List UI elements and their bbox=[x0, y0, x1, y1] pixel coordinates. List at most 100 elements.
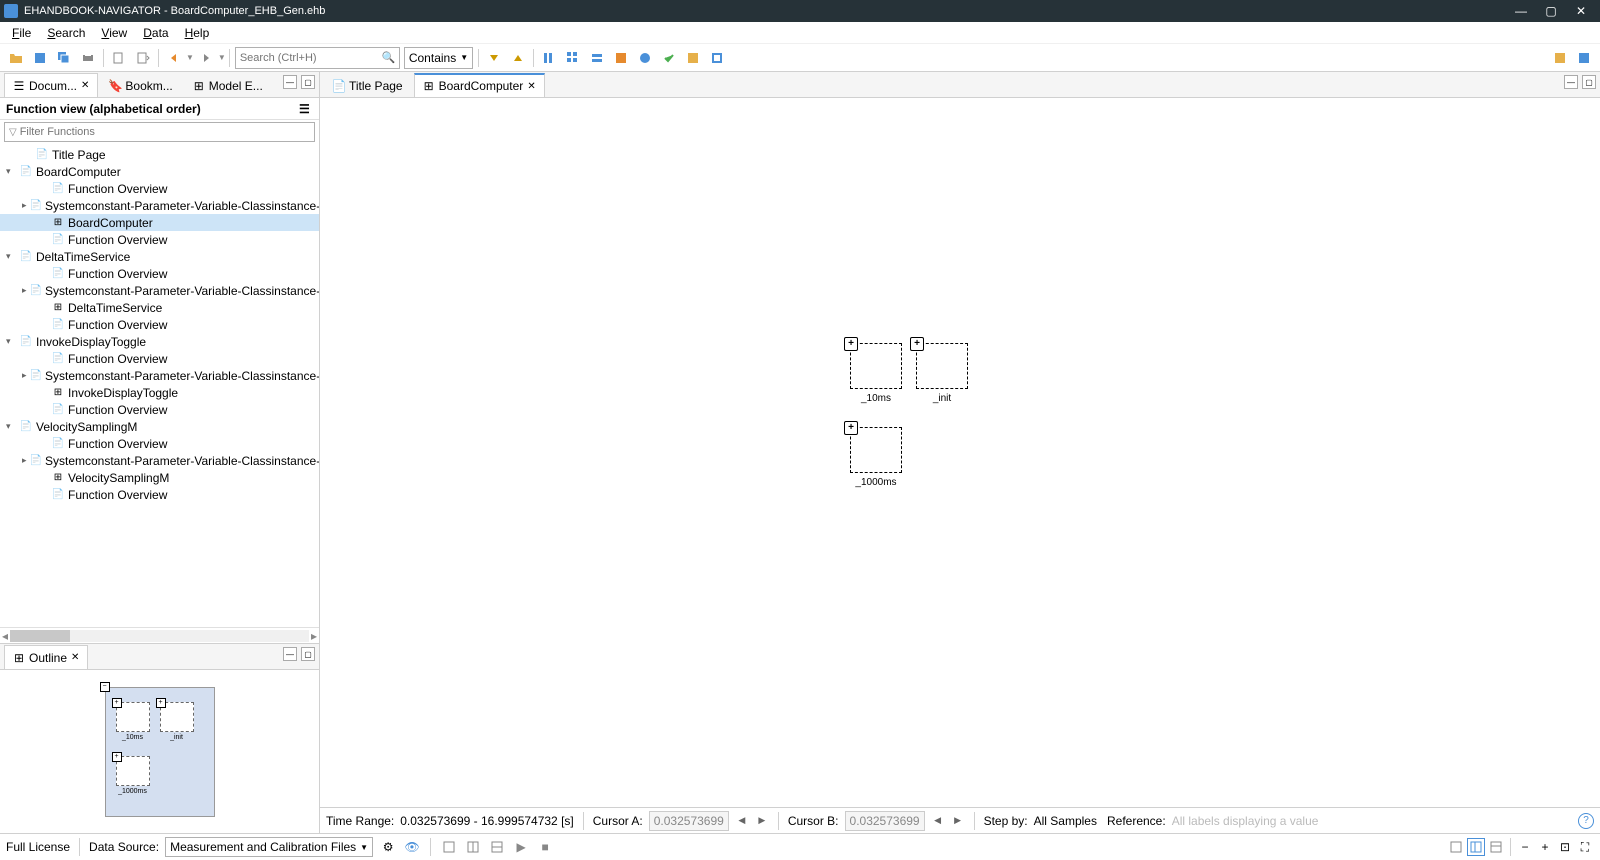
stop-icon[interactable]: ■ bbox=[536, 838, 554, 856]
tree-row[interactable]: ▸📄Systemconstant-Parameter-Variable-Clas… bbox=[0, 282, 319, 299]
expand-icon[interactable]: + bbox=[910, 337, 924, 351]
tree-row[interactable]: 📄Function Overview bbox=[0, 350, 319, 367]
maximize-button[interactable]: ▢ bbox=[1536, 0, 1566, 22]
layout-2-icon[interactable] bbox=[464, 838, 482, 856]
menu-file[interactable]: File bbox=[4, 24, 39, 42]
save-icon[interactable] bbox=[30, 48, 50, 68]
close-icon[interactable]: ✕ bbox=[71, 652, 79, 663]
tree-row[interactable]: ▸📄Systemconstant-Parameter-Variable-Clas… bbox=[0, 367, 319, 384]
menu-search[interactable]: Search bbox=[39, 24, 93, 42]
close-icon[interactable]: ✕ bbox=[81, 80, 89, 91]
tree-row[interactable]: ⊞InvokeDisplayToggle bbox=[0, 384, 319, 401]
cursor-b-field[interactable]: 0.032573699 bbox=[845, 811, 925, 831]
zoom-reset-icon[interactable]: ⛶ bbox=[1576, 838, 1594, 856]
export-icon[interactable] bbox=[109, 48, 129, 68]
nav-up-icon[interactable] bbox=[508, 48, 528, 68]
menu-data[interactable]: Data bbox=[135, 24, 176, 42]
view-mode-3-icon[interactable] bbox=[1487, 838, 1505, 856]
minimize-view-button[interactable]: — bbox=[283, 647, 297, 661]
search-mode-combo[interactable]: Contains ▼ bbox=[404, 47, 473, 69]
zoom-fit-icon[interactable]: ⊡ bbox=[1556, 838, 1574, 856]
tree-toggle-icon[interactable]: ▾ bbox=[6, 336, 16, 347]
outline-canvas[interactable]: − + _10ms + _init + _1000ms bbox=[0, 670, 319, 833]
cursor-a-prev-icon[interactable]: ◀ bbox=[735, 814, 749, 828]
maximize-view-button[interactable]: ▢ bbox=[1582, 75, 1596, 89]
back-menu-arrow[interactable]: ▼ bbox=[186, 53, 194, 62]
view-mode-2-icon[interactable] bbox=[1467, 838, 1485, 856]
filter-input[interactable]: ▽ bbox=[4, 122, 315, 142]
tree-scrollbar[interactable]: ◂ ▸ bbox=[0, 627, 319, 643]
function-tree[interactable]: 📄Title Page▾📄BoardComputer 📄Function Over… bbox=[0, 144, 319, 627]
canvas-block-init[interactable]: + _init bbox=[916, 343, 968, 404]
tree-toggle-icon[interactable]: ▾ bbox=[6, 251, 16, 262]
expand-icon[interactable]: + bbox=[844, 421, 858, 435]
tool-2-icon[interactable] bbox=[563, 48, 583, 68]
tree-row[interactable]: ▸📄Systemconstant-Parameter-Variable-Clas… bbox=[0, 452, 319, 469]
zoom-in-icon[interactable]: + bbox=[1536, 838, 1554, 856]
tree-row[interactable]: ⊞DeltaTimeService bbox=[0, 299, 319, 316]
print-icon[interactable] bbox=[78, 48, 98, 68]
tree-row[interactable]: 📄Title Page bbox=[0, 146, 319, 163]
eye-icon[interactable]: 👁 bbox=[403, 838, 421, 856]
cursor-b-next-icon[interactable]: ▶ bbox=[951, 814, 965, 828]
tree-row[interactable]: ▾📄InvokeDisplayToggle bbox=[0, 333, 319, 350]
tree-row[interactable]: ⊞VelocitySamplingM bbox=[0, 469, 319, 486]
close-button[interactable]: ✕ bbox=[1566, 0, 1596, 22]
tree-toggle-icon[interactable]: ▸ bbox=[22, 285, 27, 296]
search-input[interactable]: 🔍 bbox=[235, 47, 400, 69]
menu-view[interactable]: View bbox=[93, 24, 135, 42]
view-mode-1-icon[interactable] bbox=[1447, 838, 1465, 856]
tree-toggle-icon[interactable]: ▸ bbox=[22, 200, 27, 211]
minimize-view-button[interactable]: — bbox=[1564, 75, 1578, 89]
tree-toggle-icon[interactable]: ▾ bbox=[6, 166, 16, 177]
tab-title-page[interactable]: 📄 Title Page bbox=[324, 73, 412, 97]
save-all-icon[interactable] bbox=[54, 48, 74, 68]
perspective-1-icon[interactable] bbox=[1550, 48, 1570, 68]
tree-toggle-icon[interactable]: ▾ bbox=[6, 421, 16, 432]
minimize-view-button[interactable]: — bbox=[283, 75, 297, 89]
layout-1-icon[interactable] bbox=[440, 838, 458, 856]
back-icon[interactable] bbox=[164, 48, 184, 68]
expand-icon[interactable]: + bbox=[844, 337, 858, 351]
tree-row[interactable]: 📄Function Overview bbox=[0, 435, 319, 452]
layout-3-icon[interactable] bbox=[488, 838, 506, 856]
minimize-button[interactable]: — bbox=[1506, 0, 1536, 22]
list-icon[interactable]: ☰ bbox=[299, 102, 313, 116]
tab-outline[interactable]: ⊞ Outline ✕ bbox=[4, 645, 88, 669]
tool-7-icon[interactable] bbox=[683, 48, 703, 68]
datasource-combo[interactable]: Measurement and Calibration Files ▼ bbox=[165, 837, 373, 857]
maximize-view-button[interactable]: ▢ bbox=[301, 647, 315, 661]
canvas-block-1000ms[interactable]: + _1000ms bbox=[850, 427, 902, 488]
tool-3-icon[interactable] bbox=[587, 48, 607, 68]
help-icon[interactable]: ? bbox=[1578, 813, 1594, 829]
editor-canvas[interactable]: + _10ms + _init + _1000ms bbox=[320, 98, 1600, 807]
tree-toggle-icon[interactable]: ▸ bbox=[22, 455, 27, 466]
tree-row[interactable]: 📄Function Overview bbox=[0, 401, 319, 418]
tool-6-icon[interactable] bbox=[659, 48, 679, 68]
zoom-out-icon[interactable]: − bbox=[1516, 838, 1534, 856]
tree-row[interactable]: 📄Function Overview bbox=[0, 316, 319, 333]
export-menu-icon[interactable] bbox=[133, 48, 153, 68]
close-icon[interactable]: ✕ bbox=[527, 81, 535, 92]
forward-icon[interactable] bbox=[196, 48, 216, 68]
cursor-a-field[interactable]: 0.032573699 bbox=[649, 811, 729, 831]
tab-model-explorer[interactable]: ⊞ Model E... bbox=[184, 73, 272, 97]
tree-row[interactable]: ⊞BoardComputer bbox=[0, 214, 319, 231]
tool-1-icon[interactable] bbox=[539, 48, 559, 68]
tree-toggle-icon[interactable]: ▸ bbox=[22, 370, 27, 381]
nav-down-icon[interactable] bbox=[484, 48, 504, 68]
gear-icon[interactable]: ⚙ bbox=[379, 838, 397, 856]
tree-row[interactable]: ▸📄Systemconstant-Parameter-Variable-Clas… bbox=[0, 197, 319, 214]
tree-row[interactable]: 📄Function Overview bbox=[0, 231, 319, 248]
play-icon[interactable]: ▶ bbox=[512, 838, 530, 856]
tool-4-icon[interactable] bbox=[611, 48, 631, 68]
open-icon[interactable] bbox=[6, 48, 26, 68]
canvas-block-10ms[interactable]: + _10ms bbox=[850, 343, 902, 404]
forward-menu-arrow[interactable]: ▼ bbox=[218, 53, 226, 62]
tool-5-icon[interactable] bbox=[635, 48, 655, 68]
tree-row[interactable]: ▾📄BoardComputer bbox=[0, 163, 319, 180]
tab-boardcomputer[interactable]: ⊞ BoardComputer ✕ bbox=[414, 73, 545, 97]
tree-row[interactable]: ▾📄VelocitySamplingM bbox=[0, 418, 319, 435]
tree-row[interactable]: 📄Function Overview bbox=[0, 265, 319, 282]
tree-row[interactable]: 📄Function Overview bbox=[0, 486, 319, 503]
